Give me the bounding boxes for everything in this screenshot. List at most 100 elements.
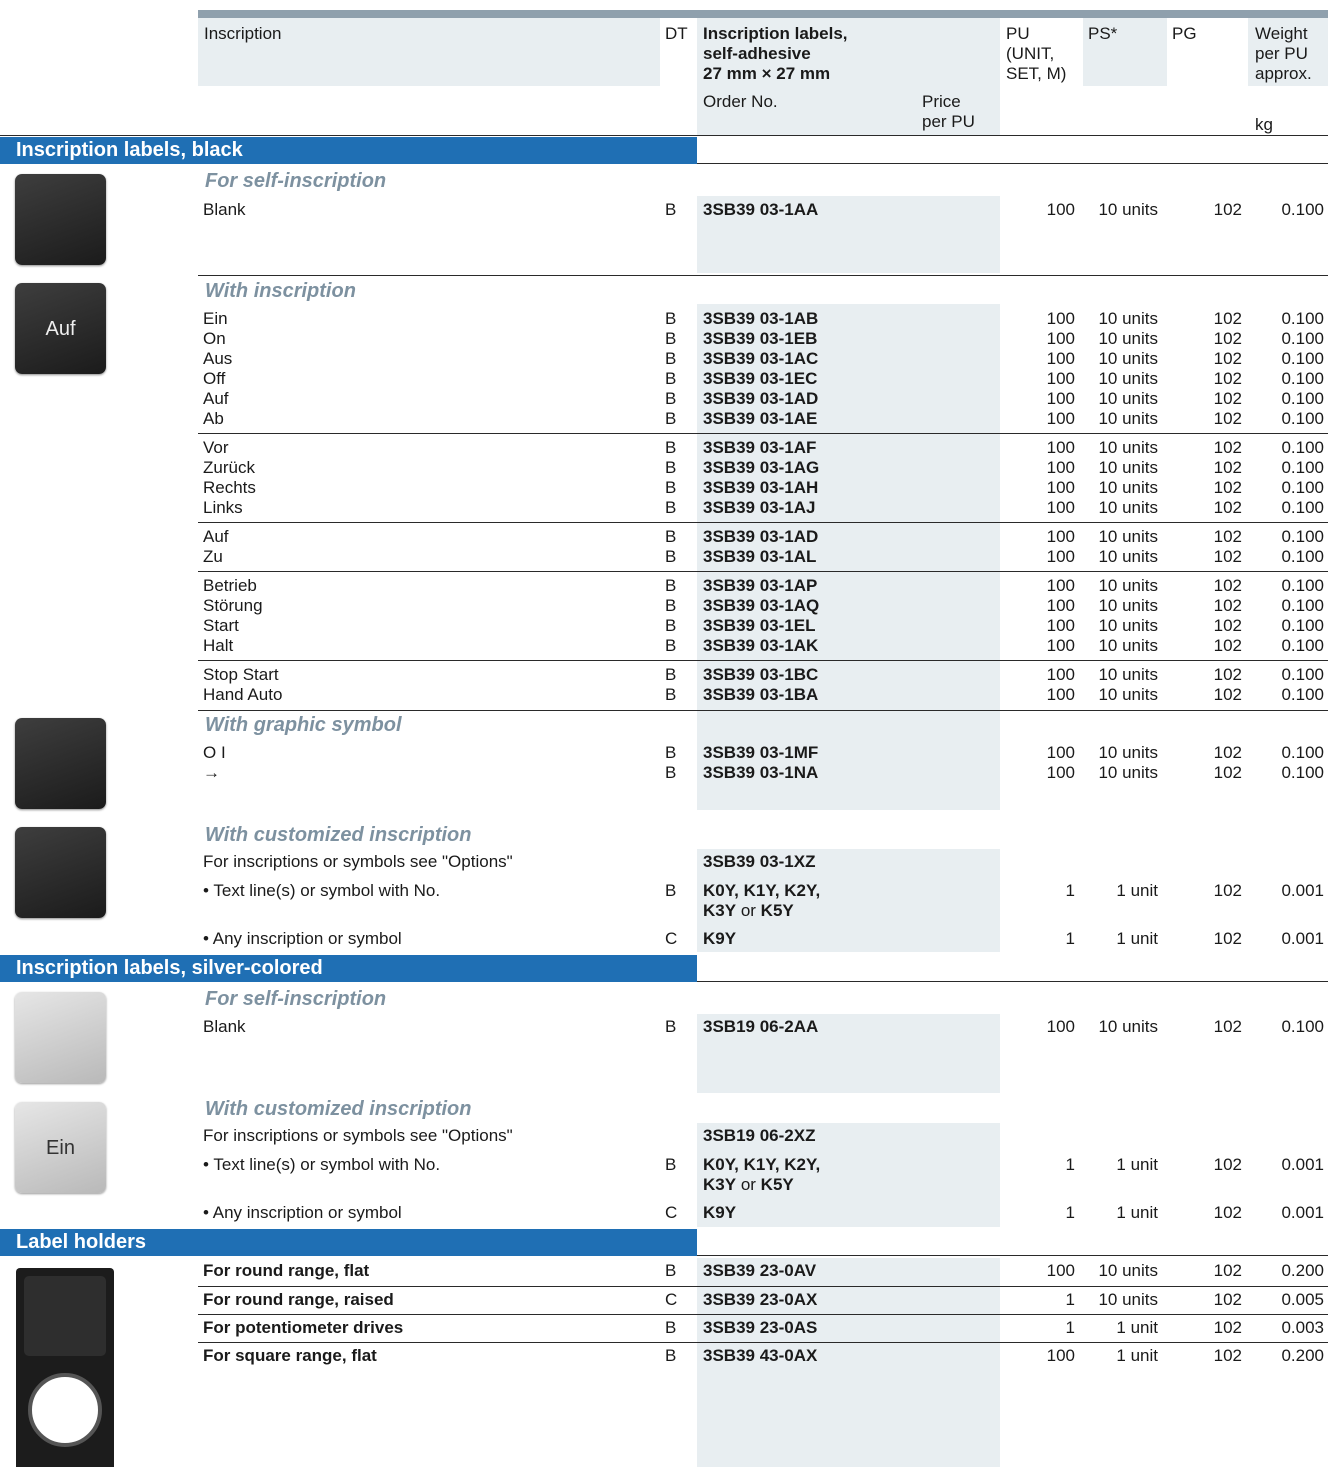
cell-dt: B xyxy=(665,329,677,348)
cell-inscription: For inscriptions or symbols see "Options… xyxy=(203,852,513,871)
row-divider xyxy=(198,571,1328,572)
cell-weight: 0.100 xyxy=(1281,743,1324,762)
col-pu-header: SET, M) xyxy=(1006,64,1067,83)
cell-dt: B xyxy=(665,309,677,328)
cell-inscription: For inscriptions or symbols see "Options… xyxy=(203,1126,513,1145)
cell-inscription: Aus xyxy=(203,349,233,368)
cell-ps: 10 units xyxy=(1098,438,1158,457)
cell-order-no: 3SB39 03-1BA xyxy=(703,685,819,704)
cell-weight: 0.100 xyxy=(1281,349,1324,368)
cell-inscription: → xyxy=(203,763,220,782)
cell-inscription: Off xyxy=(203,369,226,388)
cell-order-no: 3SB39 03-1AC xyxy=(703,349,819,368)
cell-ps: 1 unit xyxy=(1116,929,1158,948)
cell-inscription: Auf xyxy=(203,527,229,546)
cell-ps: 10 units xyxy=(1098,478,1158,497)
cell-dt: B xyxy=(665,438,677,457)
cell-order-no: 3SB39 03-1AL xyxy=(703,547,817,566)
cell-ps: 10 units xyxy=(1098,349,1158,368)
cell-dt: B xyxy=(665,527,677,546)
cell-ps: 1 unit xyxy=(1116,1203,1158,1222)
cell-inscription: Blank xyxy=(203,1017,246,1036)
cell-ps: 10 units xyxy=(1098,1290,1158,1309)
cell-dt: B xyxy=(665,478,677,497)
cell-ps: 10 units xyxy=(1098,685,1158,704)
cell-order-no: K9Y xyxy=(703,1203,737,1222)
col-ps-header: PS* xyxy=(1088,24,1118,43)
subhead: With customized inscription xyxy=(205,1098,472,1120)
cell-pg: 102 xyxy=(1213,498,1242,517)
col-weight-header: per PU xyxy=(1255,44,1308,63)
cell-dt: B xyxy=(665,743,677,762)
cell-pg: 102 xyxy=(1213,309,1242,328)
cell-ps: 10 units xyxy=(1098,329,1158,348)
cell-order-no: K0Y, K1Y, K2Y, xyxy=(703,881,821,900)
cell-inscription: Rechts xyxy=(203,478,256,497)
cell-pg: 102 xyxy=(1213,743,1242,762)
cell-dt: B xyxy=(665,1346,677,1365)
cell-pg: 102 xyxy=(1213,1155,1242,1174)
holder-ring xyxy=(28,1373,102,1447)
cell-weight: 0.100 xyxy=(1281,763,1324,782)
cell-ps: 10 units xyxy=(1098,498,1158,517)
silver-label-ein-swatch: Ein xyxy=(15,1102,106,1193)
col-inscription-header: Inscription xyxy=(204,24,282,43)
cell-dt: B xyxy=(665,349,677,368)
subhead: With inscription xyxy=(205,280,356,302)
cell-inscription: Vor xyxy=(203,438,229,457)
cell-weight: 0.100 xyxy=(1281,498,1324,517)
cell-dt: B xyxy=(665,1318,677,1337)
cell-weight: 0.200 xyxy=(1281,1346,1324,1365)
cell-order-no: 3SB39 03-1AG xyxy=(703,458,820,477)
cell-pg: 102 xyxy=(1213,478,1242,497)
col-labels-title: Inscription labels, xyxy=(703,24,848,43)
black-label-graphic-swatch xyxy=(15,718,106,809)
section-rule xyxy=(697,981,1328,982)
order-second-line: K3Y or K5Y xyxy=(703,901,794,920)
cell-inscription: • Any inscription or symbol xyxy=(203,1203,402,1222)
row-divider xyxy=(198,433,1328,434)
swatch-text: Auf xyxy=(45,317,76,340)
subhead: With customized inscription xyxy=(205,824,472,846)
cell-inscription: O I xyxy=(203,743,226,762)
cell-order-no: 3SB39 03-1AH xyxy=(703,478,819,497)
cell-ps: 1 unit xyxy=(1116,1318,1158,1337)
cell-inscription: Zurück xyxy=(203,458,255,477)
cell-pg: 102 xyxy=(1213,881,1242,900)
cell-pg: 102 xyxy=(1213,369,1242,388)
cell-order-no: 3SB39 03-1MF xyxy=(703,743,819,762)
cell-order-no: 3SB39 03-1BC xyxy=(703,665,819,684)
cell-pg: 102 xyxy=(1213,1290,1242,1309)
cell-order-no: 3SB39 03-1NA xyxy=(703,763,819,782)
cell-dt: B xyxy=(665,763,677,782)
cell-ps: 1 unit xyxy=(1116,1346,1158,1365)
cell-inscription: Störung xyxy=(203,596,263,615)
cell-order-no: 3SB39 03-1EL xyxy=(703,616,816,635)
cell-pg: 102 xyxy=(1213,1346,1242,1365)
black-label-auf-swatch: Auf xyxy=(15,283,106,374)
cell-order-no: 3SB19 06-2XZ xyxy=(703,1126,816,1145)
cell-pg: 102 xyxy=(1213,685,1242,704)
row-divider xyxy=(198,1314,1328,1315)
cell-ps: 10 units xyxy=(1098,369,1158,388)
header-top-bar xyxy=(198,10,1328,18)
cell-order-no: 3SB39 03-1AF xyxy=(703,438,817,457)
cell-ps: 10 units xyxy=(1098,636,1158,655)
cell-dt: B xyxy=(665,1017,677,1036)
cell-dt: C xyxy=(665,1290,678,1309)
cell-order-no: 3SB39 23-0AX xyxy=(703,1290,818,1309)
row-divider xyxy=(198,710,1328,711)
cell-ps: 10 units xyxy=(1098,1017,1158,1036)
section-silver: Inscription labels, silver-colored xyxy=(0,955,697,982)
silver-label-swatch xyxy=(15,992,106,1083)
cell-pg: 102 xyxy=(1213,1203,1242,1222)
col-weight-unit: kg xyxy=(1255,115,1273,134)
cell-inscription: Hand Auto xyxy=(203,685,283,704)
cell-ps: 10 units xyxy=(1098,616,1158,635)
cell-weight: 0.100 xyxy=(1281,369,1324,388)
cell-ps: 10 units xyxy=(1098,576,1158,595)
cell-pg: 102 xyxy=(1213,200,1242,219)
cell-pg: 102 xyxy=(1213,636,1242,655)
col-labels-title: self-adhesive xyxy=(703,44,811,63)
row-divider xyxy=(198,660,1328,661)
